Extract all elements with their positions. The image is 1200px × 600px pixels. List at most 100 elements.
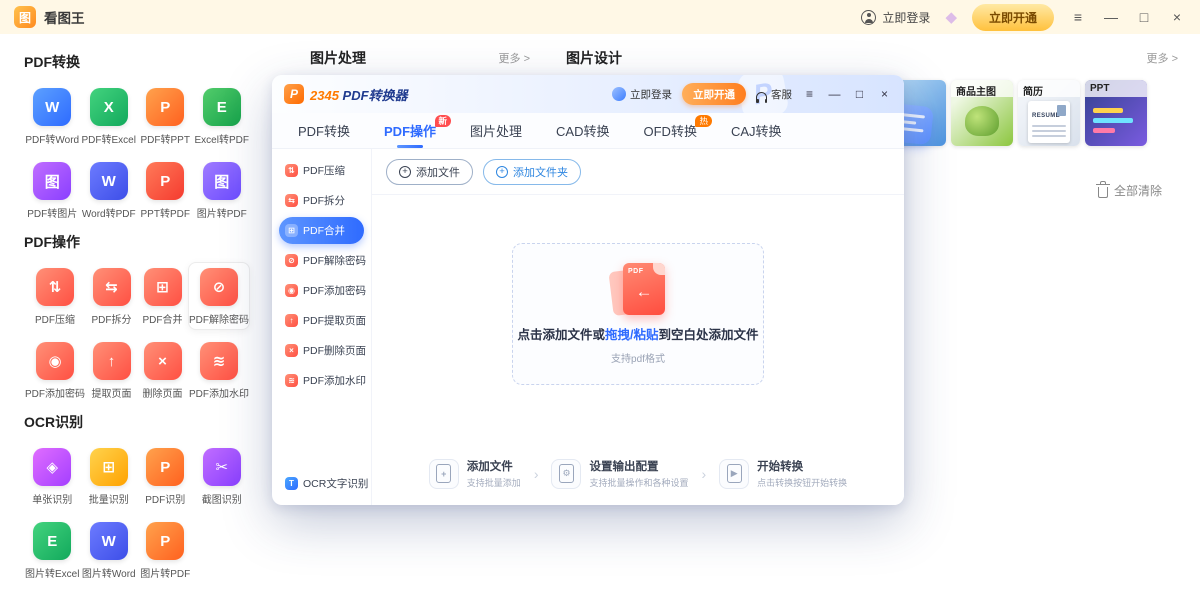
tool-pdf-split[interactable]: ⇆ PDF拆分 <box>86 262 137 330</box>
tool-pdf-to-ppt[interactable]: P PDF转PPT <box>137 82 194 150</box>
card-product-image[interactable]: 商品主图 <box>951 80 1013 146</box>
nav-pdf-split[interactable]: ⇆ PDF拆分 <box>279 187 364 214</box>
nav-label: PDF添加水印 <box>303 373 366 388</box>
nav-ocr-icon: T <box>285 477 298 490</box>
tool-label: 图片转Word <box>82 565 136 580</box>
tool-ocr-batch[interactable]: ⊞ 批量识别 <box>81 442 138 510</box>
tool-pdf-watermark[interactable]: ≋ PDF添加水印 <box>188 336 250 404</box>
tool-label: 图片转Excel <box>25 565 79 580</box>
step-title: 设置输出配置 <box>589 458 688 474</box>
tool-extract-pages[interactable]: ↑ 提取页面 <box>86 336 137 404</box>
nav-pdf-extract-pages[interactable]: ↑ PDF提取页面 <box>279 307 364 334</box>
tool-label: PDF转Excel <box>82 131 136 146</box>
modal-upgrade-button[interactable]: 立即开通 <box>682 83 746 105</box>
vip-diamond-icon[interactable]: ◆ <box>945 8 957 26</box>
nav-ocr-text[interactable]: T OCR文字识别 <box>279 470 364 497</box>
menu-icon[interactable]: ≡ <box>1069 9 1087 25</box>
tool-image-to-excel[interactable]: E 图片转Excel <box>24 516 81 584</box>
app-titlebar: 图 看图王 立即登录 ◆ 立即开通 ≡ — □ × <box>0 0 1200 34</box>
tool-pdf-compress[interactable]: ⇅ PDF压缩 <box>24 262 86 330</box>
add-file-button[interactable]: + 添加文件 <box>386 159 473 185</box>
tool-pdf-to-excel[interactable]: X PDF转Excel <box>81 82 138 150</box>
pdf-to-excel-icon: X <box>90 88 128 126</box>
nav-pdf-watermark[interactable]: ≋ PDF添加水印 <box>279 367 364 394</box>
tool-ocr-pdf[interactable]: P PDF识别 <box>137 442 194 510</box>
image-processing-more-link[interactable]: 更多 > <box>499 50 530 66</box>
step-desc: 点击转换按钮开始转换 <box>757 476 847 489</box>
tool-pdf-merge[interactable]: ⊞ PDF合并 <box>137 262 188 330</box>
image-to-excel-icon: E <box>33 522 71 560</box>
titlebar-actions: 立即登录 ◆ 立即开通 ≡ — □ × <box>861 4 1186 31</box>
ppt-to-pdf-icon: P <box>146 162 184 200</box>
tool-pdf-add-password[interactable]: ◉ PDF添加密码 <box>24 336 86 404</box>
tool-image-to-pdf-ocr[interactable]: P 图片转PDF <box>137 516 194 584</box>
modal-logo-icon: P <box>284 84 304 104</box>
tab-label: PDF操作 <box>384 121 436 140</box>
tool-label: Excel转PDF <box>195 131 249 146</box>
nav-pdf-merge[interactable]: ⊞ PDF合并 <box>279 217 364 244</box>
minimize-icon[interactable]: — <box>1102 9 1120 25</box>
file-dropzone[interactable]: PDF ← 点击添加文件或拖拽/粘贴到空白处添加文件 支持pdf格式 <box>512 243 764 385</box>
tool-image-to-word[interactable]: W 图片转Word <box>81 516 138 584</box>
tool-ocr-single[interactable]: ◈ 单张识别 <box>24 442 81 510</box>
step-desc: 支持批量添加 <box>467 476 521 489</box>
section-title-pdf-convert: PDF转换 <box>24 52 250 72</box>
upgrade-button[interactable]: 立即开通 <box>972 4 1054 31</box>
section-title-ocr: OCR识别 <box>24 412 250 432</box>
pdf-merge-icon: ⊞ <box>144 268 182 306</box>
customer-service-button[interactable]: 客服 <box>756 87 792 102</box>
nav-pdf-remove-password[interactable]: ⊘ PDF解除密码 <box>279 247 364 274</box>
nav-pdf-add-password[interactable]: ◉ PDF添加密码 <box>279 277 364 304</box>
modal-maximize-icon[interactable]: □ <box>852 87 867 101</box>
section-image-processing: 图片处理 更多 > <box>310 48 530 68</box>
tool-label: 图片转PDF <box>140 565 190 580</box>
nav-pdf-compress[interactable]: ⇅ PDF压缩 <box>279 157 364 184</box>
steps-row: + 添加文件 支持批量添加 › ⚙ 设置输出配置 <box>372 458 904 489</box>
tool-label: PDF转PPT <box>141 131 190 146</box>
tab-pdf-convert[interactable]: PDF转换 <box>298 113 350 148</box>
card-ppt[interactable]: PPT <box>1085 80 1147 146</box>
tab-ofd-convert[interactable]: OFD转换 热 <box>644 113 697 148</box>
tab-pdf-ops[interactable]: PDF操作 新 <box>384 113 436 148</box>
modal-tabs: PDF转换 PDF操作 新 图片处理 CAD转换 OFD转换 热 CAJ转换 <box>272 113 904 149</box>
tab-cad-convert[interactable]: CAD转换 <box>556 113 609 148</box>
nav-pdf-watermark-icon: ≋ <box>285 374 298 387</box>
tool-label: 提取页面 <box>92 385 132 400</box>
delete-pages-icon: × <box>144 342 182 380</box>
modal-menu-icon[interactable]: ≡ <box>802 87 817 101</box>
tab-image-processing[interactable]: 图片处理 <box>470 113 522 148</box>
maximize-icon[interactable]: □ <box>1135 9 1153 25</box>
tool-excel-to-pdf[interactable]: E Excel转PDF <box>194 82 251 150</box>
clear-all-button[interactable]: 全部清除 <box>1098 182 1162 199</box>
card-thumbnail: RESUME <box>1028 101 1070 143</box>
close-icon[interactable]: × <box>1168 9 1186 25</box>
login-button[interactable]: 立即登录 <box>861 9 930 26</box>
tool-delete-pages[interactable]: × 删除页面 <box>137 336 188 404</box>
image-processing-title: 图片处理 <box>310 48 366 68</box>
tool-ppt-to-pdf[interactable]: P PPT转PDF <box>137 156 194 224</box>
card-thumbnail <box>965 106 999 136</box>
add-folder-button[interactable]: + 添加文件夹 <box>483 159 581 185</box>
tab-caj-convert[interactable]: CAJ转换 <box>731 113 782 148</box>
nav-pdf-remove-password-icon: ⊘ <box>285 254 298 267</box>
pdf-remove-password-icon: ⊘ <box>200 268 238 306</box>
tool-ocr-screenshot[interactable]: ✂ 截图识别 <box>194 442 251 510</box>
nav-pdf-delete-pages[interactable]: × PDF删除页面 <box>279 337 364 364</box>
tool-label: PDF转图片 <box>27 205 77 220</box>
ocr-screenshot-icon: ✂ <box>203 448 241 486</box>
image-design-more-link[interactable]: 更多 > <box>1147 50 1178 66</box>
tool-pdf-to-word[interactable]: W PDF转Word <box>24 82 81 150</box>
nav-pdf-compress-icon: ⇅ <box>285 164 298 177</box>
tool-pdf-to-image[interactable]: 图 PDF转图片 <box>24 156 81 224</box>
tool-image-to-pdf[interactable]: 图 图片转PDF <box>194 156 251 224</box>
modal-login-button[interactable]: 立即登录 <box>612 87 672 102</box>
step-add-file-icon: + <box>429 459 459 489</box>
tool-pdf-remove-password[interactable]: ⊘ PDF解除密码 <box>188 262 250 330</box>
step-start-convert: ▶ 开始转换 点击转换按钮开始转换 <box>719 458 847 489</box>
modal-minimize-icon[interactable]: — <box>827 87 842 101</box>
card-resume[interactable]: 简历 RESUME <box>1018 80 1080 146</box>
tool-word-to-pdf[interactable]: W Word转PDF <box>81 156 138 224</box>
tool-label: PDF添加密码 <box>25 385 85 400</box>
tool-label: 单张识别 <box>32 491 72 506</box>
modal-close-icon[interactable]: × <box>877 87 892 101</box>
